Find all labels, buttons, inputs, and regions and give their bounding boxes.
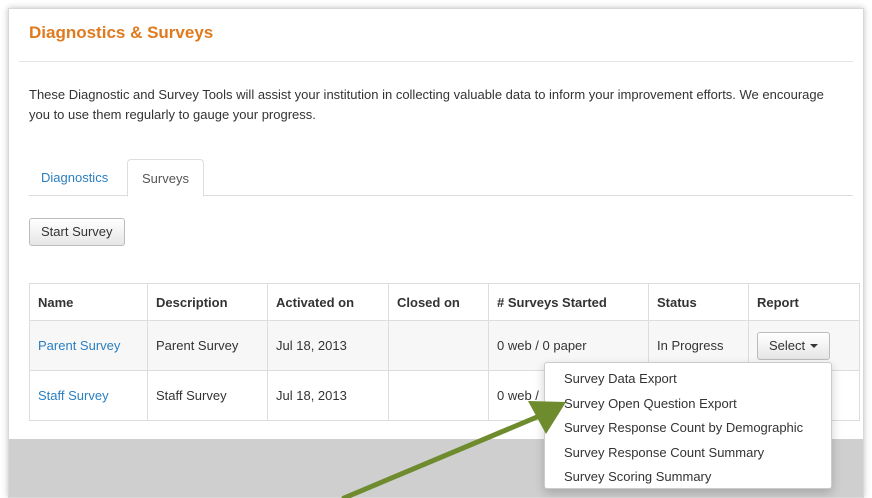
- survey-description: Parent Survey: [147, 320, 268, 371]
- report-select-button[interactable]: Select: [757, 331, 831, 360]
- menu-item-response-count-summary[interactable]: Survey Response Count Summary: [545, 441, 831, 466]
- survey-name-link[interactable]: Parent Survey: [38, 338, 120, 353]
- report-select-label: Select: [769, 337, 806, 353]
- caret-down-icon: [810, 344, 819, 349]
- menu-item-scoring-summary[interactable]: Survey Scoring Summary: [545, 465, 831, 490]
- tab-diagnostics[interactable]: Diagnostics: [29, 159, 120, 196]
- menu-item-survey-data-export[interactable]: Survey Data Export: [545, 367, 831, 392]
- intro-text: These Diagnostic and Survey Tools will a…: [29, 87, 824, 122]
- column-header-closed-on: Closed on: [388, 283, 489, 321]
- report-dropdown-menu: Survey Data Export Survey Open Question …: [544, 362, 832, 489]
- survey-closed-on: [388, 320, 489, 371]
- column-header-report: Report: [748, 283, 860, 321]
- column-header-surveys-started: # Surveys Started: [488, 283, 649, 321]
- tab-bar: Diagnostics Surveys: [29, 159, 853, 197]
- title-divider: [19, 61, 853, 62]
- column-header-name: Name: [38, 294, 74, 310]
- survey-description: Staff Survey: [147, 370, 268, 421]
- page-title: Diagnostics & Surveys: [29, 23, 214, 42]
- column-header-activated-on: Activated on: [267, 283, 389, 321]
- table-header-row: Name Description Activated on Closed on …: [30, 283, 860, 321]
- menu-item-survey-open-question-export[interactable]: Survey Open Question Export: [545, 392, 831, 417]
- survey-name-link[interactable]: Staff Survey: [38, 388, 109, 403]
- survey-activated-on: Jul 18, 2013: [267, 370, 389, 421]
- survey-activated-on: Jul 18, 2013: [267, 320, 389, 371]
- survey-closed-on: [388, 370, 489, 421]
- start-survey-button[interactable]: Start Survey: [29, 218, 125, 246]
- menu-item-response-count-by-demographic[interactable]: Survey Response Count by Demographic: [545, 416, 831, 441]
- column-header-description: Description: [147, 283, 268, 321]
- column-header-status: Status: [648, 283, 749, 321]
- tab-surveys[interactable]: Surveys: [127, 159, 204, 197]
